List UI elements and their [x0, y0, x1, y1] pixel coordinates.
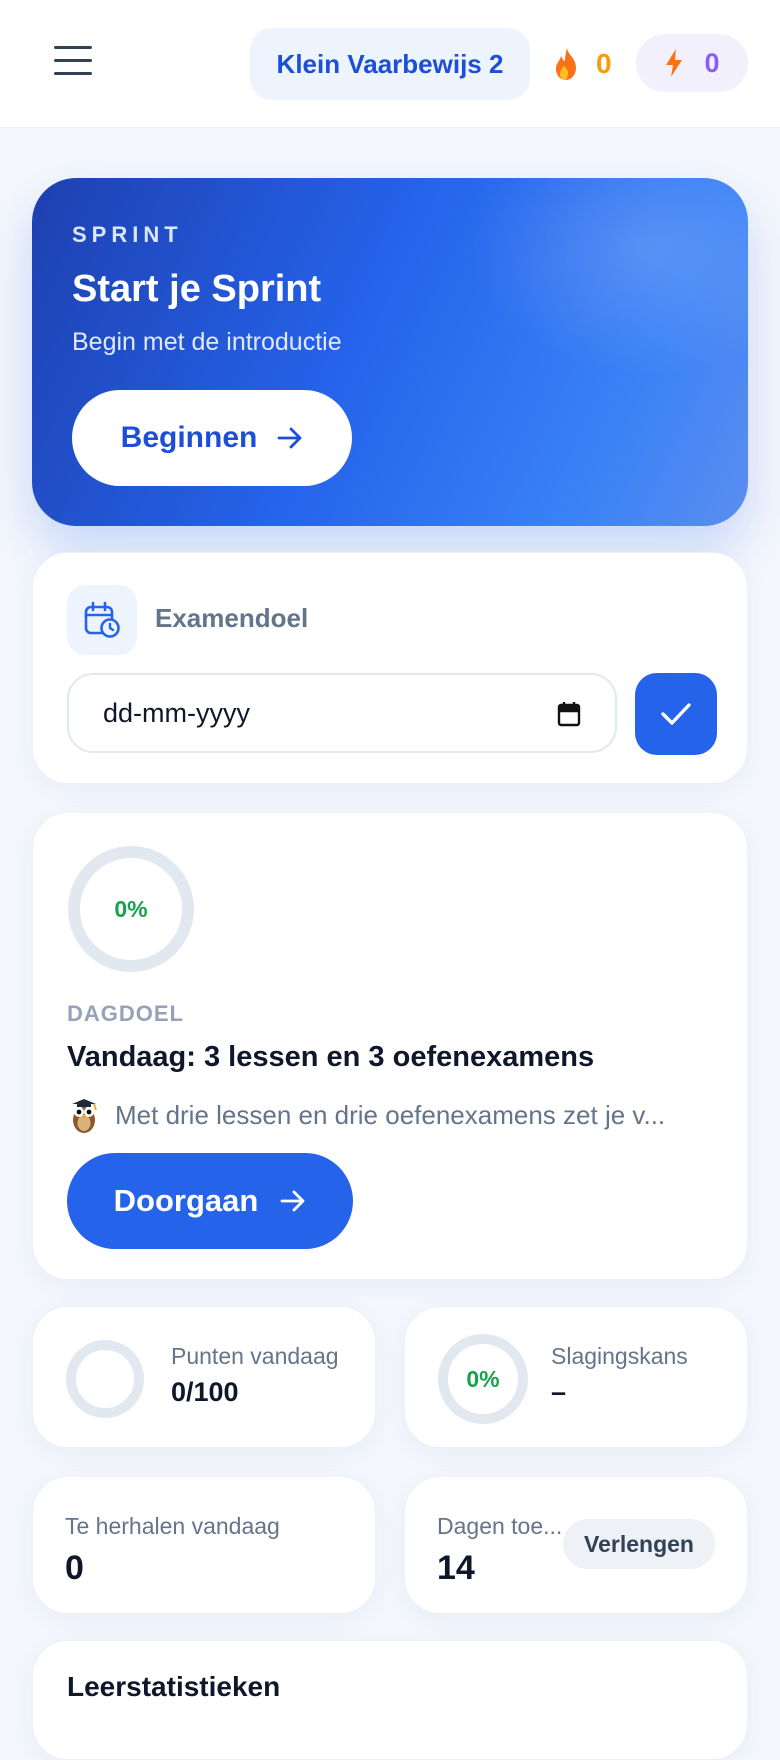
daily-goal-title: Vandaag: 3 lessen en 3 oefenexamens: [67, 1041, 595, 1073]
review-today-card[interactable]: Te herhalen vandaag 0: [32, 1476, 376, 1614]
sprint-hero-card: SPRINT Start je Sprint Begin met de intr…: [32, 178, 748, 526]
streak-value: 0: [596, 48, 612, 79]
streak-indicator[interactable]: 0: [552, 40, 612, 88]
bolt-icon: [666, 49, 683, 77]
begin-button-label: Beginnen: [120, 421, 258, 454]
menu-icon-line: [54, 59, 92, 62]
begin-button[interactable]: Beginnen: [72, 390, 352, 486]
pass-chance-value: –: [551, 1377, 567, 1407]
access-days-card: Dagen toe... 14 Verlengen: [404, 1476, 748, 1614]
energy-value: 0: [704, 47, 720, 78]
daily-goal-progress-label: 0%: [114, 895, 148, 922]
points-progress-ring: [65, 1339, 145, 1419]
calendar-clock-icon: [84, 601, 120, 638]
points-today-value: 0/100: [171, 1377, 239, 1407]
extend-button[interactable]: Verlengen: [563, 1519, 715, 1569]
menu-button[interactable]: [54, 46, 94, 82]
hero-kicker: SPRINT: [72, 222, 183, 247]
points-ring-graphic: [66, 1340, 144, 1418]
points-today-label: Punten vandaag: [171, 1343, 339, 1369]
access-days-value: 14: [437, 1549, 475, 1587]
access-days-label: Dagen toe...: [437, 1513, 563, 1539]
menu-icon-line: [54, 72, 92, 75]
daily-goal-card: 0% DAGDOEL Vandaag: 3 lessen en 3 oefene…: [32, 812, 748, 1280]
course-label: Klein Vaarbewijs 2: [276, 48, 504, 79]
continue-button[interactable]: Doorgaan: [67, 1153, 353, 1249]
arrow-right-icon: [277, 427, 302, 449]
daily-goal-kicker: DAGDOEL: [67, 1001, 184, 1026]
continue-button-label: Doorgaan: [113, 1183, 259, 1218]
confirm-exam-date-button[interactable]: [635, 673, 717, 755]
exam-date-input[interactable]: dd-mm-yyyy: [67, 673, 617, 753]
daily-goal-description: Met drie lessen en drie oefenexamens zet…: [67, 1095, 707, 1135]
pass-chance-card[interactable]: 0% Slagingskans –: [404, 1306, 748, 1448]
date-input-placeholder: dd-mm-yyyy: [103, 697, 250, 728]
exam-goal-label: Examendoel: [155, 603, 309, 633]
learning-stats-title: Leerstatistieken: [67, 1671, 281, 1702]
review-today-label: Te herhalen vandaag: [65, 1513, 280, 1539]
arrow-right-icon: [280, 1190, 305, 1212]
pass-chance-ring-label: 0%: [466, 1365, 500, 1392]
calendar-icon[interactable]: [557, 701, 581, 727]
course-selector[interactable]: Klein Vaarbewijs 2: [250, 28, 530, 100]
daily-goal-description-text: Met drie lessen en drie oefenexamens zet…: [115, 1099, 666, 1130]
pass-chance-ring: 0%: [437, 1333, 529, 1425]
energy-indicator[interactable]: 0: [636, 34, 748, 92]
hero-title: Start je Sprint: [72, 268, 322, 310]
menu-icon-line: [54, 46, 92, 49]
review-today-value: 0: [65, 1549, 84, 1587]
flame-icon: [556, 48, 576, 80]
hero-subtitle: Begin met de introductie: [72, 328, 342, 356]
daily-goal-progress-ring: 0%: [67, 845, 195, 973]
owl-icon: [72, 1099, 97, 1133]
check-icon: [661, 703, 691, 725]
learning-stats-card: Leerstatistieken: [32, 1640, 748, 1760]
points-today-card[interactable]: Punten vandaag 0/100: [32, 1306, 376, 1448]
exam-goal-card: Examendoel dd-mm-yyyy: [32, 552, 748, 784]
pass-chance-label: Slagingskans: [551, 1343, 688, 1369]
top-bar: Klein Vaarbewijs 2 0 0: [0, 0, 780, 128]
exam-goal-icon-box: [67, 585, 137, 655]
